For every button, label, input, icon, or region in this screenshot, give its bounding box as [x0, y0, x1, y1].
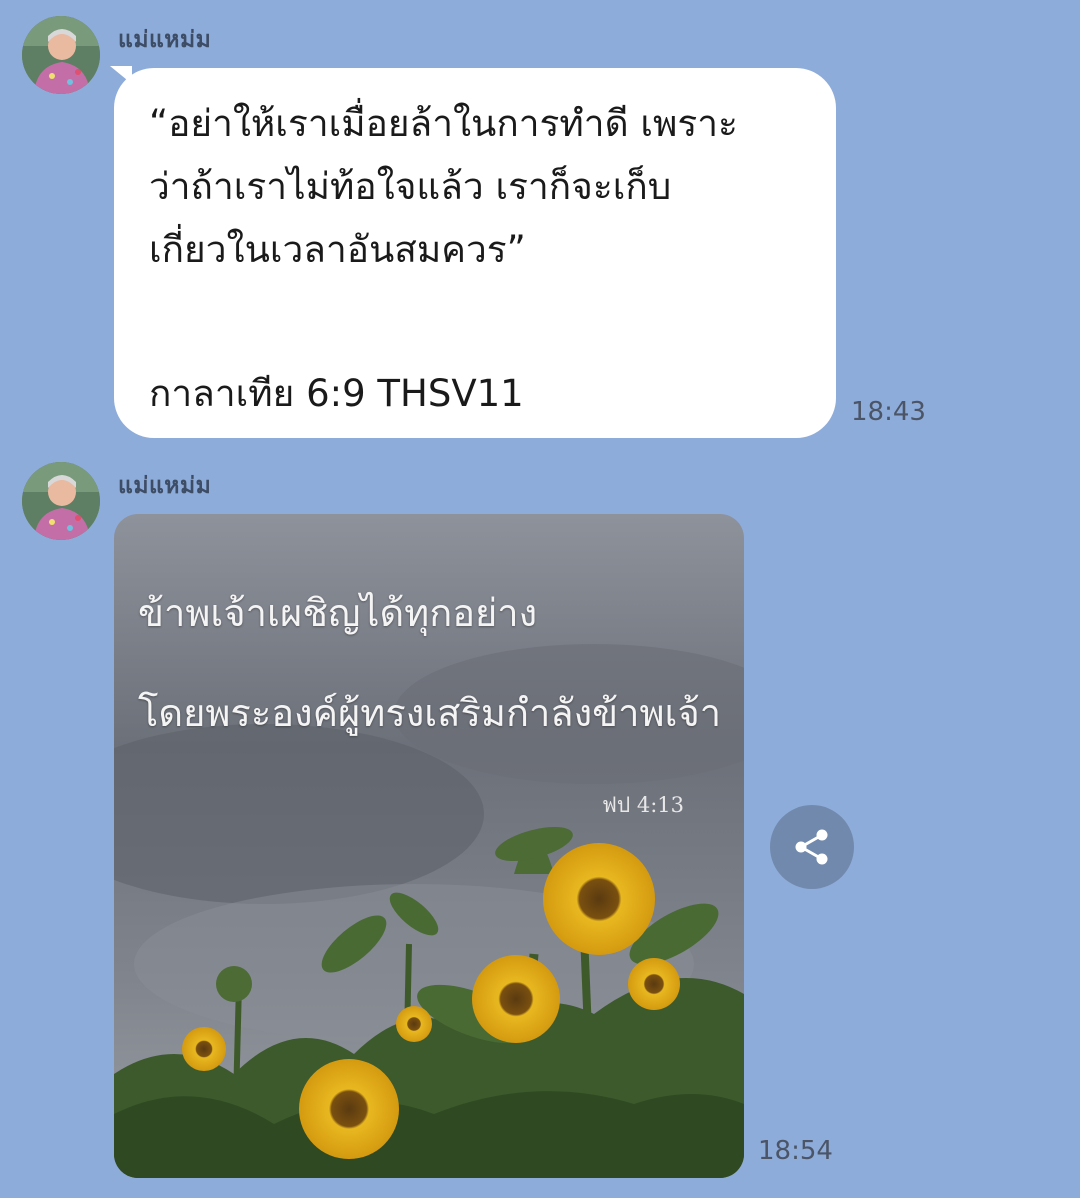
sender-name: แม่แหม่ม [118, 27, 212, 53]
share-icon [795, 829, 828, 865]
image-verse-reference: ฟป 4:13 [602, 793, 685, 817]
message-timestamp: 18:43 [851, 397, 926, 427]
message-quote-text: “อย่าให้เราเมื่อยล้าในการทำดี เพราะ ว่าถ… [149, 102, 738, 271]
share-button[interactable] [770, 805, 854, 889]
sender-avatar[interactable] [22, 16, 100, 94]
message-timestamp: 18:54 [758, 1136, 833, 1166]
sender-avatar[interactable] [22, 462, 100, 540]
image-message[interactable]: ข้าพเจ้าเผชิญได้ทุกอย่าง โดยพระองค์ผู้ทร… [114, 514, 744, 1178]
sender-name: แม่แหม่ม [118, 473, 212, 499]
message-reference-text: กาลาเทีย 6:9 THSV11 [149, 372, 524, 415]
image-caption-line: ข้าพเจ้าเผชิญได้ทุกอย่าง [138, 591, 538, 635]
image-caption-line: โดยพระองค์ผู้ทรงเสริมกำลังข้าพเจ้า [138, 691, 722, 735]
text-message-bubble[interactable]: “อย่าให้เราเมื่อยล้าในการทำดี เพราะ ว่าถ… [114, 68, 836, 438]
